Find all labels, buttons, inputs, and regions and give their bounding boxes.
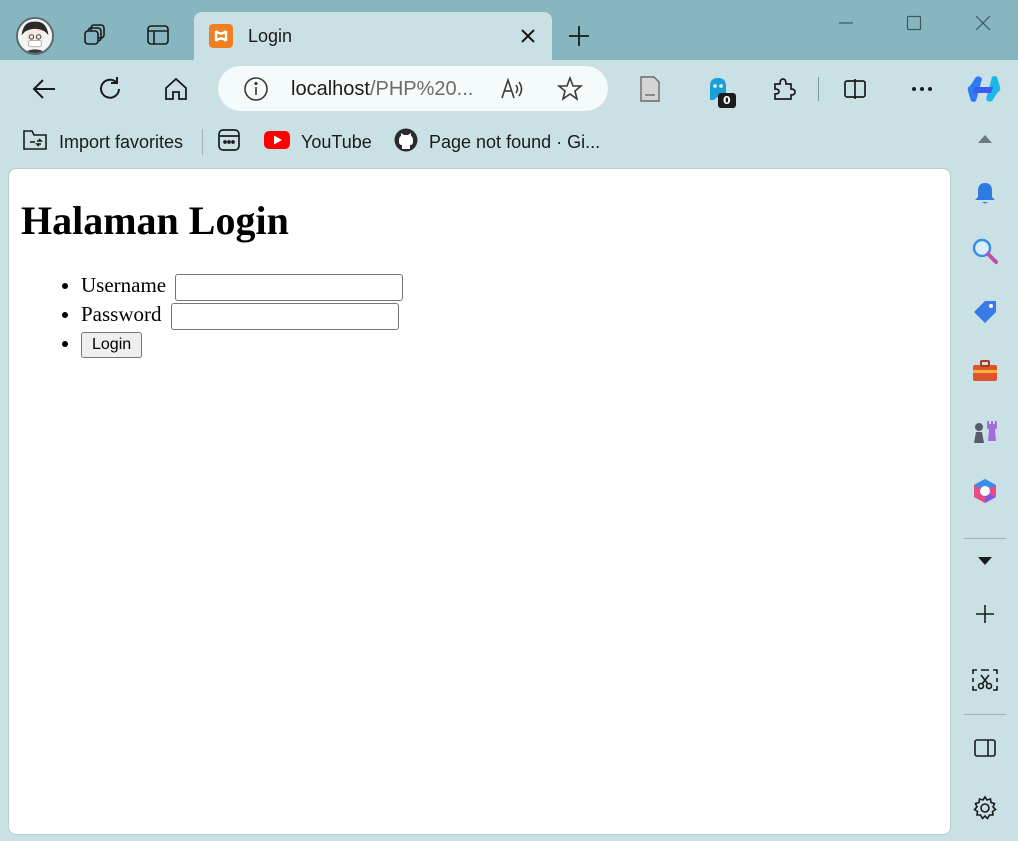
list-item: Username [81, 271, 404, 301]
username-label: Username [81, 273, 167, 297]
web-content: Halaman Login Username Password Login [8, 168, 951, 835]
favorite-import[interactable]: Import favorites [22, 126, 183, 158]
extension-badge: 0 [718, 93, 736, 108]
minimize-icon[interactable] [826, 8, 866, 38]
favorite-github[interactable]: Page not found · Gi... [394, 126, 600, 158]
copilot-icon[interactable] [966, 71, 1002, 107]
more-options-icon[interactable] [904, 71, 940, 107]
github-icon [394, 128, 418, 157]
login-form-list: Username Password Login [61, 271, 404, 359]
hide-sidebar-icon[interactable] [968, 731, 1002, 765]
sidebar-divider [964, 538, 1006, 539]
tools-briefcase-icon[interactable] [968, 354, 1002, 388]
tab-login[interactable]: Login [194, 12, 552, 60]
extensions-icon[interactable] [765, 71, 801, 107]
apps-icon [217, 128, 241, 157]
youtube-icon [264, 130, 290, 155]
favorite-star-icon[interactable] [556, 75, 584, 103]
search-icon[interactable] [968, 234, 1002, 268]
site-info-icon[interactable] [242, 75, 270, 103]
list-item: Password [81, 300, 403, 330]
list-item: Login [81, 329, 403, 359]
sidebar-divider [964, 714, 1006, 715]
tab-actions-icon[interactable] [143, 20, 173, 50]
navigation-toolbar: localhost/PHP%20... 0 [0, 60, 1018, 118]
favorites-bar: Import favorites YouTube Page not found … [0, 122, 960, 162]
favorite-label: Import favorites [59, 131, 184, 152]
maximize-icon[interactable] [894, 8, 934, 38]
sidebar-scroll-down-icon[interactable] [968, 544, 1002, 578]
screenshot-icon[interactable] [968, 663, 1002, 697]
tab-title: Login [248, 26, 293, 46]
notifications-bell-icon[interactable] [968, 176, 1002, 210]
page-title: Halaman Login [21, 198, 289, 243]
url-path: /PHP%20... [369, 78, 474, 100]
back-icon[interactable] [26, 71, 62, 107]
add-to-sidebar-icon[interactable] [968, 597, 1002, 631]
xampp-favicon-icon [209, 24, 233, 48]
close-tab-icon[interactable] [516, 24, 540, 48]
favorite-apps[interactable] [217, 126, 241, 158]
shopping-tag-icon[interactable] [968, 295, 1002, 329]
favorite-youtube[interactable]: YouTube [264, 126, 372, 158]
url-text[interactable]: localhost/PHP%20... [291, 78, 473, 101]
workspaces-icon[interactable] [80, 20, 110, 50]
microsoft-365-icon[interactable] [968, 474, 1002, 508]
read-aloud-icon[interactable] [498, 75, 526, 103]
profile-avatar[interactable] [16, 17, 54, 55]
sidebar-scroll-up-icon[interactable] [968, 122, 1002, 156]
settings-gear-icon[interactable] [968, 791, 1002, 825]
favorite-label: YouTube [301, 131, 372, 152]
favorite-label: Page not found · Gi... [429, 131, 601, 152]
close-window-icon[interactable] [963, 8, 1003, 38]
edge-sidebar [952, 118, 1018, 841]
toolbar-divider [818, 77, 819, 101]
new-tab-icon[interactable] [563, 20, 595, 52]
title-bar: Login [0, 0, 1018, 60]
import-favorites-icon [22, 128, 48, 157]
url-host: localhost [291, 78, 370, 100]
home-icon[interactable] [158, 71, 194, 107]
username-input[interactable] [175, 273, 404, 301]
reading-view-icon[interactable] [632, 71, 668, 107]
password-label: Password [81, 302, 162, 326]
games-chess-icon[interactable] [968, 414, 1002, 448]
refresh-icon[interactable] [92, 71, 128, 107]
login-button[interactable]: Login [81, 332, 143, 359]
password-input[interactable] [170, 302, 399, 330]
split-screen-icon[interactable] [837, 71, 873, 107]
address-bar[interactable]: localhost/PHP%20... [218, 66, 608, 111]
favorites-divider [202, 129, 203, 155]
